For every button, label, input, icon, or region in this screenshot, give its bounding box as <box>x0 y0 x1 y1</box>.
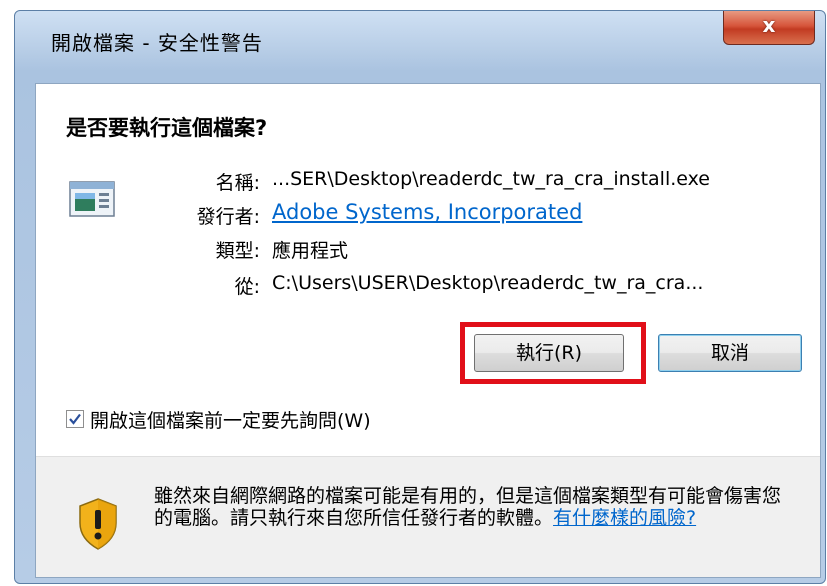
risk-info-link[interactable]: 有什麼樣的風險? <box>553 507 696 529</box>
publisher-label: 發行者: <box>196 206 260 228</box>
shield-warning-icon <box>79 498 117 550</box>
name-label: 名稱: <box>215 172 260 194</box>
publisher-link[interactable]: Adobe Systems, Incorporated <box>272 200 582 224</box>
checkmark-icon <box>69 413 81 425</box>
run-question: 是否要執行這個檔案? <box>66 116 268 140</box>
warning-message: 雖然來自網際網路的檔案可能是有用的，但是這個檔案類型有可能會傷害您的電腦。請只執… <box>154 485 794 529</box>
from-label: 從: <box>234 276 260 298</box>
from-value: C:\Users\USER\Desktop\readerdc_tw_ra_cra… <box>272 272 704 294</box>
application-icon <box>69 181 115 217</box>
dialog-body: 是否要執行這個檔案? 名稱: ...SER\Desktop\readerdc_t… <box>35 83 821 578</box>
name-value: ...SER\Desktop\readerdc_tw_ra_cra_instal… <box>272 168 710 190</box>
cancel-button[interactable]: 取消 <box>658 334 802 372</box>
run-button-highlight <box>460 322 646 384</box>
always-ask-label[interactable]: 開啟這個檔案前一定要先詢問(W) <box>90 406 371 433</box>
window-title: 開啟檔案 - 安全性警告 <box>51 31 263 55</box>
type-label: 類型: <box>215 240 260 262</box>
type-value: 應用程式 <box>272 240 349 262</box>
always-ask-checkbox[interactable] <box>66 410 84 428</box>
security-warning-dialog: 開啟檔案 - 安全性警告 x 是否要執行這個檔案? 名稱: ...SER\Des… <box>14 10 826 584</box>
close-icon: x <box>762 13 776 37</box>
close-button[interactable]: x <box>723 11 815 45</box>
title-bar[interactable]: 開啟檔案 - 安全性警告 x <box>15 11 825 69</box>
warning-section: 雖然來自網際網路的檔案可能是有用的，但是這個檔案類型有可能會傷害您的電腦。請只執… <box>36 456 820 577</box>
